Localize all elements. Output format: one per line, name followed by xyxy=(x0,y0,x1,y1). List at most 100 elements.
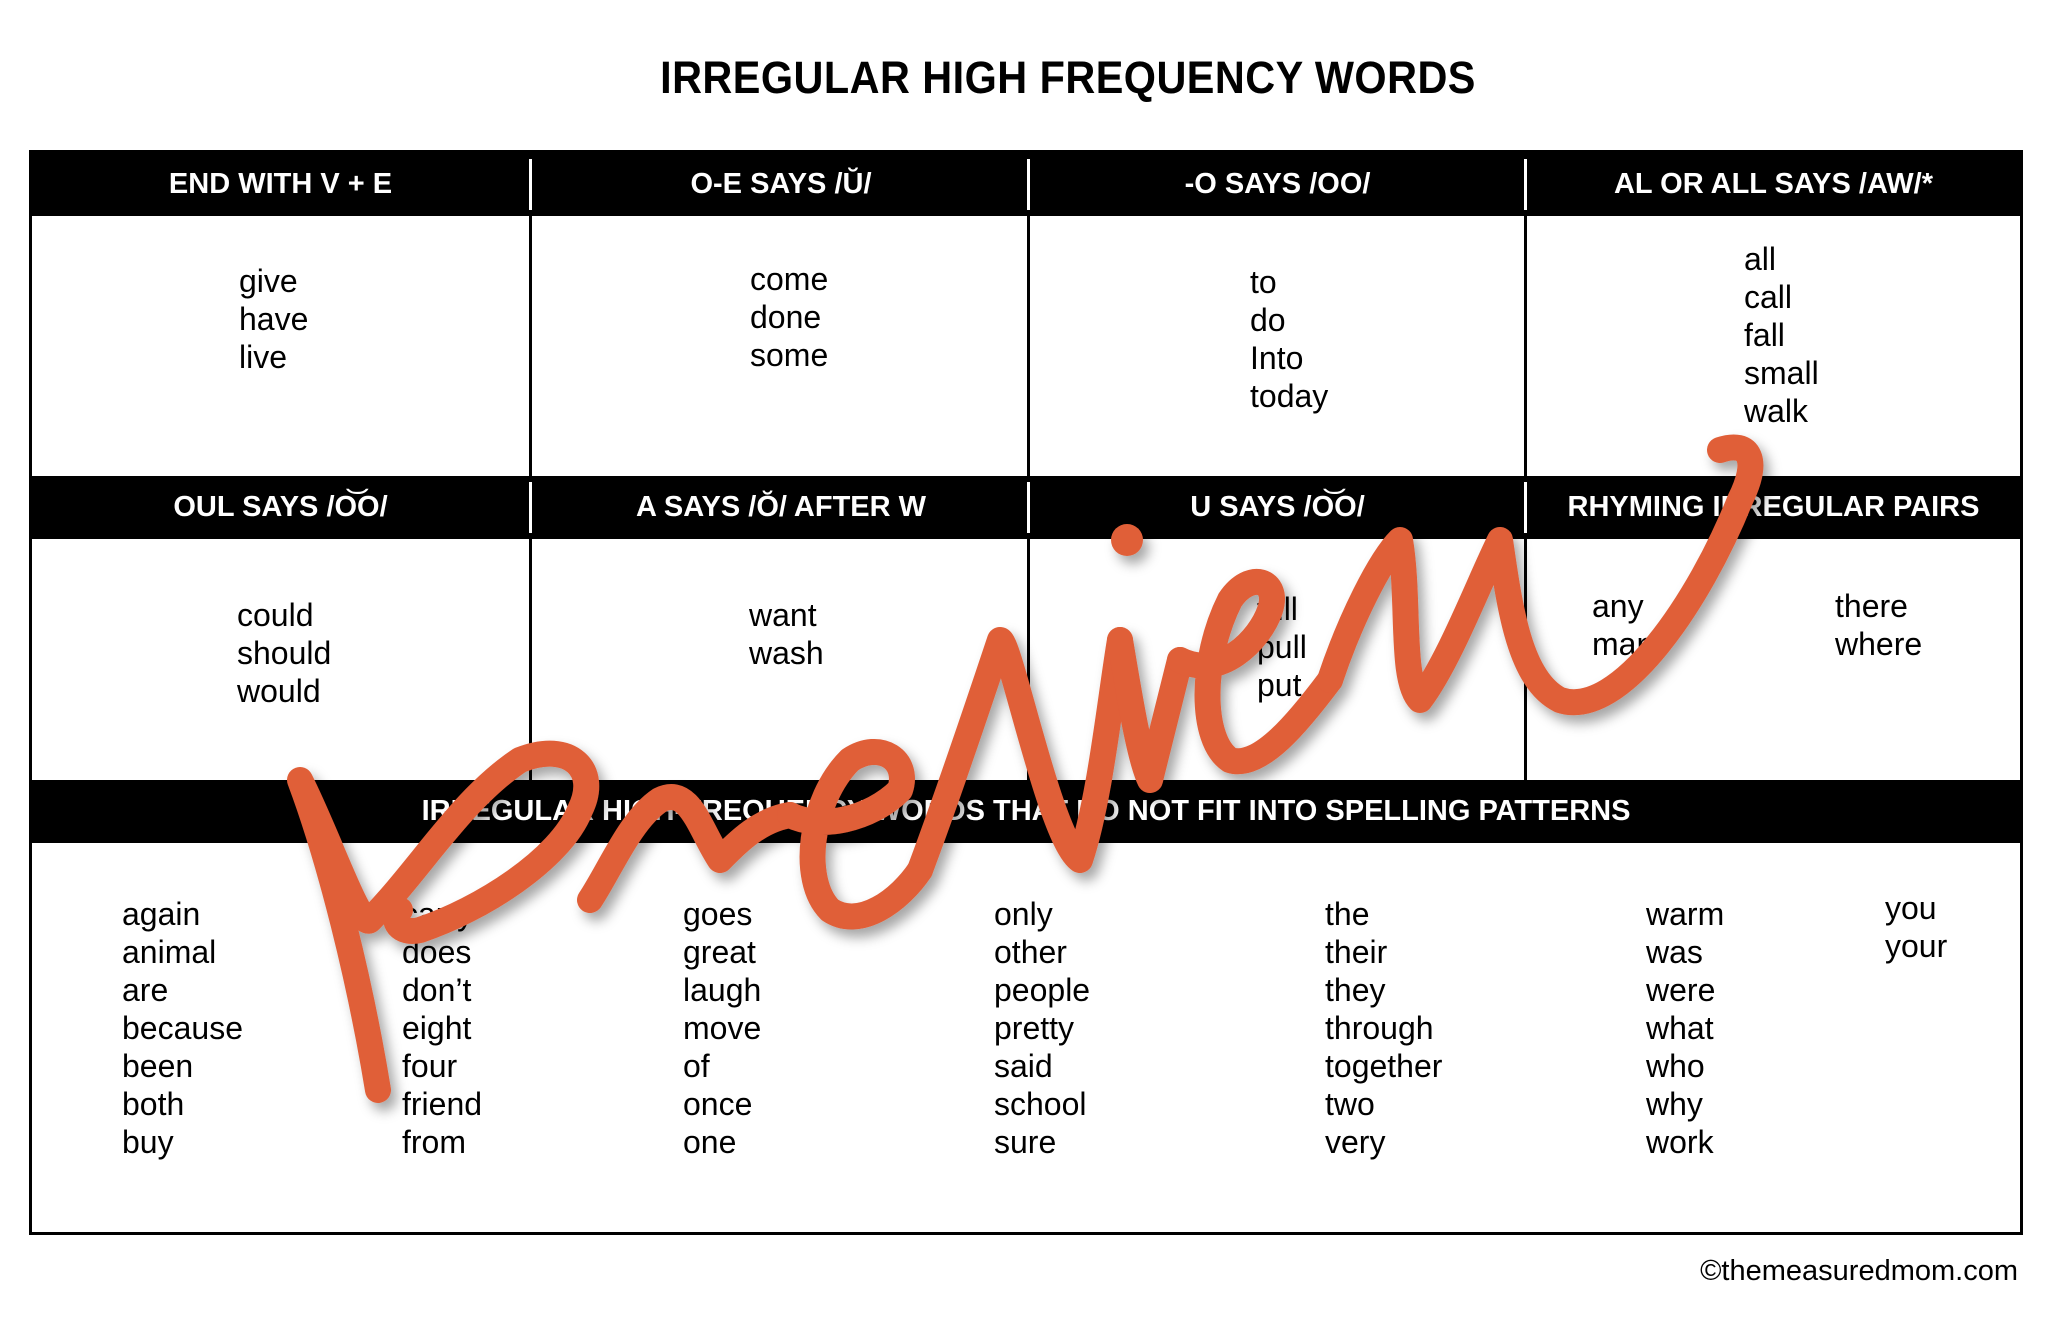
word: some xyxy=(750,337,829,373)
word-chart: END WITH V + E O-E SAYS /Ŭ/ -O SAYS /OO/… xyxy=(29,150,2023,1235)
word: your xyxy=(1885,928,1948,964)
word: all xyxy=(1744,241,1777,277)
word: why xyxy=(1646,1086,1703,1122)
word: animal xyxy=(122,934,217,970)
word: together xyxy=(1325,1048,1443,1084)
word: there xyxy=(1835,588,1908,624)
word-list-oul: could should would xyxy=(237,596,331,710)
word: two xyxy=(1325,1086,1375,1122)
divider xyxy=(1027,216,1030,476)
word: what xyxy=(1646,1010,1714,1046)
word: goes xyxy=(683,896,753,932)
word: they xyxy=(1325,972,1386,1008)
word: want xyxy=(749,597,817,633)
word: once xyxy=(683,1086,753,1122)
word-list-o: to do Into today xyxy=(1250,263,1328,415)
page-title: IRREGULAR HIGH FREQUENCY WORDS xyxy=(660,52,1476,103)
word: to xyxy=(1250,264,1277,300)
word: from xyxy=(402,1124,466,1160)
word: have xyxy=(239,301,309,337)
word: do xyxy=(1250,302,1286,338)
word: could xyxy=(237,597,314,633)
word: work xyxy=(1646,1124,1714,1160)
word: does xyxy=(402,934,472,970)
header-row-2: OUL SAYS /O͝O/ A SAYS /Ŏ/ AFTER W U SAYS… xyxy=(32,476,2020,539)
word: great xyxy=(683,934,756,970)
word: school xyxy=(994,1086,1087,1122)
divider xyxy=(1524,216,1527,476)
rhyming-pair-2: there where xyxy=(1835,587,1922,663)
word: are xyxy=(122,972,169,1008)
word: people xyxy=(994,972,1091,1008)
header-label: -O SAYS /OO/ xyxy=(1184,168,1371,200)
word: were xyxy=(1646,972,1716,1008)
word: said xyxy=(994,1048,1053,1084)
word: any xyxy=(1592,588,1644,624)
word: carry xyxy=(402,896,474,932)
word: live xyxy=(239,339,288,375)
header-oul-says-oo: OUL SAYS /O͝O/ xyxy=(32,476,529,539)
header-label: O-E SAYS /Ŭ/ xyxy=(690,168,872,200)
word-column-1: again animal are because been both buy xyxy=(122,895,243,1161)
word: would xyxy=(237,673,321,709)
word-list-al: all call fall small walk xyxy=(1744,240,1819,430)
word-list-u: full pull put xyxy=(1257,590,1307,704)
word: buy xyxy=(122,1124,174,1160)
word: the xyxy=(1325,896,1370,932)
word: their xyxy=(1325,934,1388,970)
word-column-7: you your xyxy=(1885,889,1947,965)
word: give xyxy=(239,263,298,299)
word: fall xyxy=(1744,317,1785,353)
word: done xyxy=(750,299,822,335)
word: because xyxy=(122,1010,243,1046)
word: only xyxy=(994,896,1053,932)
word: put xyxy=(1257,667,1302,703)
word: today xyxy=(1250,378,1329,414)
divider xyxy=(1027,539,1030,780)
header-row-3: IRREGULAR HIGH-FREQUENCY WORDS THAT DO N… xyxy=(32,780,2020,843)
word: pretty xyxy=(994,1010,1075,1046)
word: who xyxy=(1646,1048,1705,1084)
header-row-1: END WITH V + E O-E SAYS /Ŭ/ -O SAYS /OO/… xyxy=(32,153,2020,216)
header-label: IRREGULAR HIGH-FREQUENCY WORDS THAT DO N… xyxy=(421,795,1631,827)
word: of xyxy=(683,1048,710,1084)
word: again xyxy=(122,896,201,932)
word: should xyxy=(237,635,332,671)
word-list-ve: give have live xyxy=(239,262,308,376)
word: both xyxy=(122,1086,185,1122)
word: four xyxy=(402,1048,458,1084)
word: was xyxy=(1646,934,1703,970)
header-a-says-o: A SAYS /Ŏ/ AFTER W xyxy=(532,476,1030,539)
word: laugh xyxy=(683,972,762,1008)
header-label: OUL SAYS /O͝O/ xyxy=(173,491,388,523)
word: very xyxy=(1325,1124,1386,1160)
word: one xyxy=(683,1124,737,1160)
word-list-oe: come done some xyxy=(750,260,828,374)
word: sure xyxy=(994,1124,1057,1160)
word: you xyxy=(1885,890,1937,926)
copyright-footer: ©themeasuredmom.com xyxy=(1700,1255,2018,1287)
header-end-with-ve: END WITH V + E xyxy=(32,153,529,216)
word-column-6: warm was were what who why work xyxy=(1646,895,1724,1161)
word: been xyxy=(122,1048,194,1084)
word-column-5: the their they through together two very xyxy=(1325,895,1442,1161)
divider xyxy=(1524,539,1527,780)
word: don’t xyxy=(402,972,472,1008)
word: pull xyxy=(1257,629,1307,665)
word: friend xyxy=(402,1086,483,1122)
word: Into xyxy=(1250,340,1304,376)
header-al-says-aw: AL OR ALL SAYS /AW/* xyxy=(1527,153,2020,216)
header-label: END WITH V + E xyxy=(168,168,393,200)
word-column-4: only other people pretty said school sur… xyxy=(994,895,1090,1161)
header-label: RHYMING IRREGULAR PAIRS xyxy=(1567,491,1980,523)
header-rhyming-pairs: RHYMING IRREGULAR PAIRS xyxy=(1527,476,2020,539)
header-o-says-oo: -O SAYS /OO/ xyxy=(1030,153,1525,216)
word: come xyxy=(750,261,829,297)
word: warm xyxy=(1646,896,1725,932)
word: through xyxy=(1325,1010,1434,1046)
rhyming-pair-1: any many xyxy=(1592,587,1670,663)
word: move xyxy=(683,1010,762,1046)
word-list-a-after-w: want wash xyxy=(749,596,824,672)
word: other xyxy=(994,934,1067,970)
word-column-2: carry does don’t eight four friend from xyxy=(402,895,482,1161)
